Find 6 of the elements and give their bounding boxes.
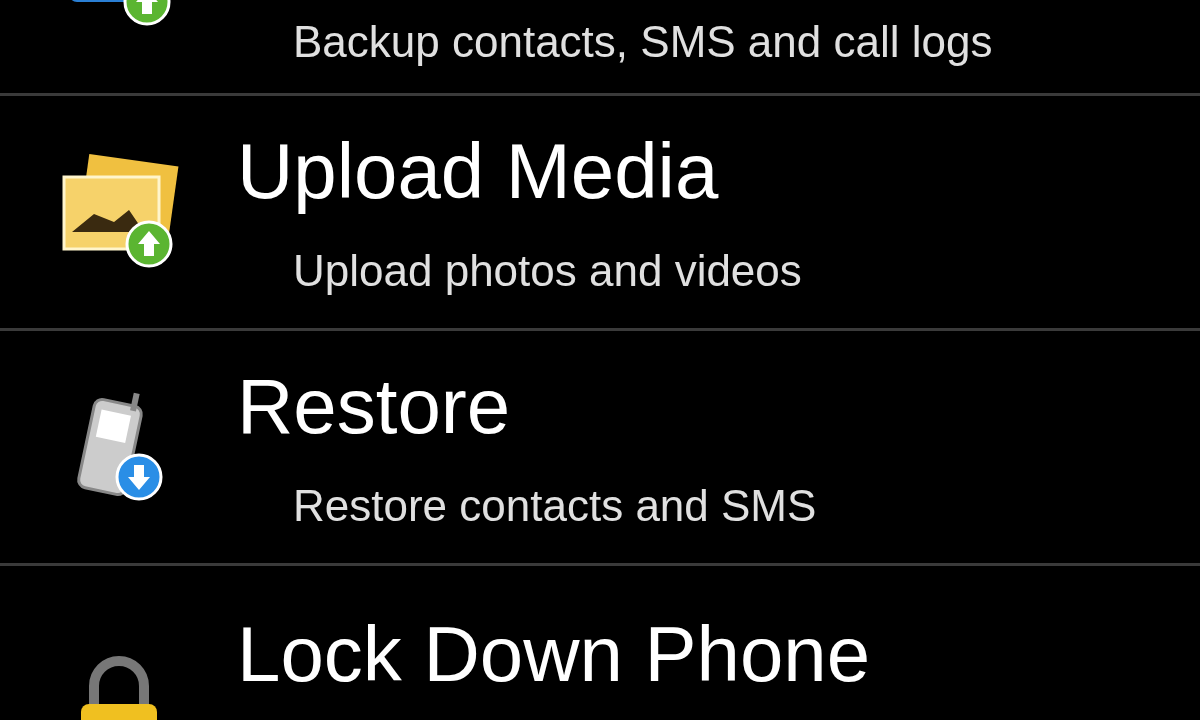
menu-item-subtitle: Backup contacts, SMS and call logs bbox=[293, 16, 993, 68]
menu-item-subtitle: Restore contacts and SMS bbox=[293, 480, 817, 532]
menu-item-title[interactable]: Restore bbox=[237, 358, 817, 454]
menu-item-subtitle: Upload photos and videos bbox=[293, 245, 802, 297]
menu-item-title[interactable]: Upload Media bbox=[237, 123, 802, 219]
menu-item-title[interactable]: Lock Down Phone bbox=[237, 606, 871, 702]
